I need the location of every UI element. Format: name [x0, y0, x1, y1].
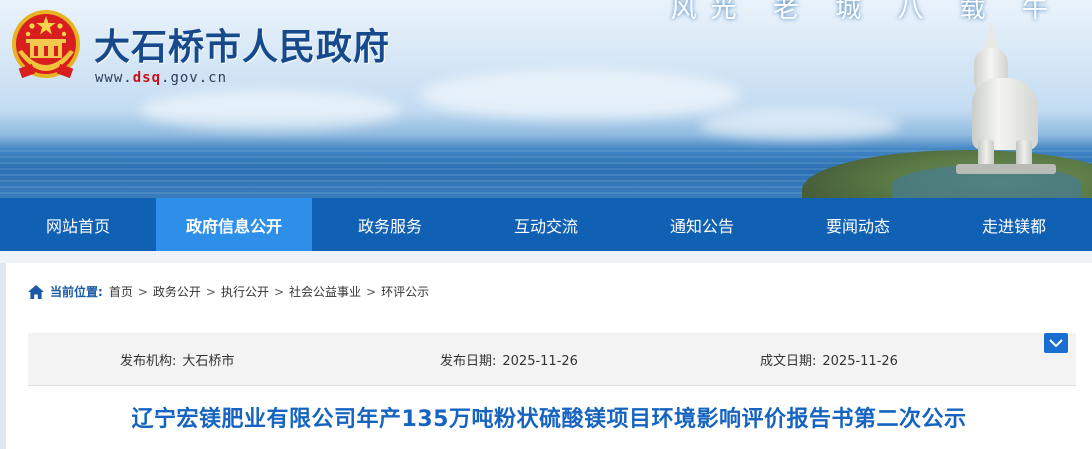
publish-date-label: 发布日期:: [440, 354, 497, 369]
nav-item-about-city[interactable]: 走进镁都: [936, 198, 1092, 251]
breadcrumb-execution[interactable]: 执行公开: [221, 283, 269, 300]
divider: [28, 385, 1076, 386]
nav-item-government-services[interactable]: 政务服务: [312, 198, 468, 251]
chevron-down-icon: [1049, 339, 1063, 348]
breadcrumb-separator: >: [366, 284, 377, 299]
breadcrumb: 当前位置: 首页 > 政务公开 > 执行公开 > 社会公益事业 > 环评公示: [28, 283, 429, 300]
national-emblem-icon: [12, 10, 80, 79]
breadcrumb-label: 当前位置:: [50, 285, 103, 299]
cloud: [700, 110, 900, 140]
publish-date: 发布日期: 2025-11-26: [440, 350, 578, 369]
article-container: 当前位置: 首页 > 政务公开 > 执行公开 > 社会公益事业 > 环评公示 发…: [6, 263, 1092, 449]
nav-item-news[interactable]: 要闻动态: [780, 198, 936, 251]
publisher-value: 大石桥市: [182, 354, 235, 369]
site-title: 大石桥市人民政府: [94, 27, 391, 68]
nav-item-home[interactable]: 网站首页: [0, 198, 156, 251]
document-date-label: 成文日期:: [760, 354, 817, 369]
site-url[interactable]: www.dsq.gov.cn: [95, 70, 227, 86]
document-date-value: 2025-11-26: [822, 354, 898, 369]
breadcrumb-public-welfare[interactable]: 社会公益事业: [289, 283, 361, 300]
document-date: 成文日期: 2025-11-26: [760, 350, 898, 369]
breadcrumb-gov-affairs[interactable]: 政务公开: [153, 283, 201, 300]
url-suffix: .gov.cn: [161, 70, 228, 86]
nav-item-notices[interactable]: 通知公告: [624, 198, 780, 251]
ox-statue: [956, 22, 1056, 174]
header-banner: 风光 老 城 八 载 牛 大石桥市人民政府 www.dsq.gov.cn: [0, 0, 1092, 198]
breadcrumb-eia-notice[interactable]: 环评公示: [381, 283, 429, 300]
url-highlight: dsq: [132, 70, 162, 86]
banner-slogan: 风光 老 城 八 载 牛: [670, 0, 1062, 24]
cloud: [420, 70, 740, 120]
breadcrumb-separator: >: [273, 284, 285, 299]
breadcrumb-separator: >: [137, 284, 148, 299]
publisher-label: 发布机构:: [120, 354, 177, 369]
expand-meta-button[interactable]: [1044, 333, 1068, 353]
url-prefix: www.: [95, 70, 133, 86]
cloud: [140, 90, 400, 130]
breadcrumb-separator: >: [205, 284, 216, 299]
nav-item-interaction[interactable]: 互动交流: [468, 198, 624, 251]
home-icon: [28, 284, 44, 299]
article-title: 辽宁宏镁肥业有限公司年产135万吨粉状硫酸镁项目环境影响评价报告书第二次公示: [131, 407, 967, 432]
nav-item-gov-info-disclosure[interactable]: 政府信息公开: [156, 198, 312, 251]
main-nav: 网站首页 政府信息公开 政务服务 互动交流 通知公告 要闻动态 走进镁都: [0, 198, 1092, 251]
publish-date-value: 2025-11-26: [502, 354, 578, 369]
breadcrumb-home[interactable]: 首页: [109, 283, 133, 300]
article-meta: 发布机构: 大石桥市 发布日期: 2025-11-26 成文日期: 2025-11-2…: [28, 333, 1076, 385]
publisher: 发布机构: 大石桥市: [120, 350, 234, 369]
